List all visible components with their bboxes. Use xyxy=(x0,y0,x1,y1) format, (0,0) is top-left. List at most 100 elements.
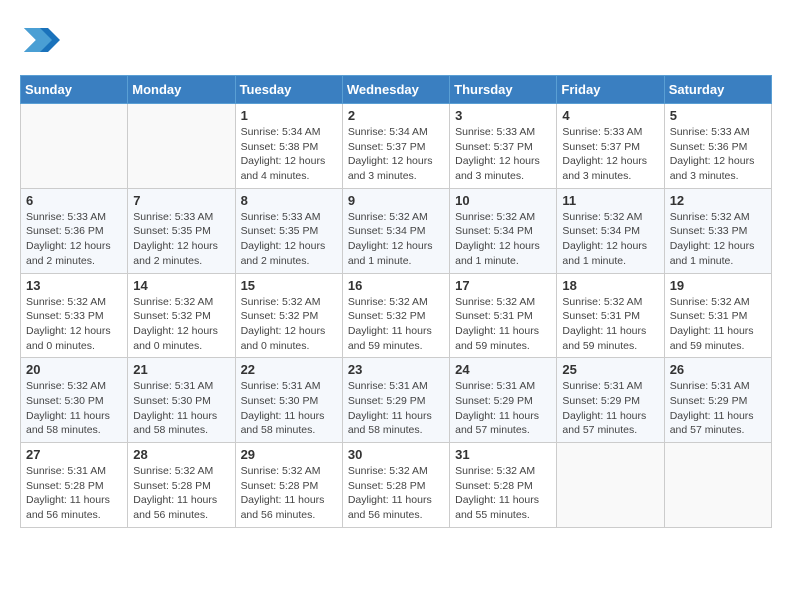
day-info: Sunrise: 5:32 AM Sunset: 5:28 PM Dayligh… xyxy=(133,464,229,523)
day-number: 30 xyxy=(348,447,444,462)
day-info: Sunrise: 5:31 AM Sunset: 5:29 PM Dayligh… xyxy=(348,379,444,438)
day-info: Sunrise: 5:31 AM Sunset: 5:29 PM Dayligh… xyxy=(670,379,766,438)
day-info: Sunrise: 5:33 AM Sunset: 5:37 PM Dayligh… xyxy=(562,125,658,184)
calendar-cell: 18 Sunrise: 5:32 AM Sunset: 5:31 PM Dayli… xyxy=(557,273,664,358)
page-header xyxy=(20,20,772,60)
day-number: 20 xyxy=(26,362,122,377)
day-number: 12 xyxy=(670,193,766,208)
calendar-cell: 19 Sunrise: 5:32 AM Sunset: 5:31 PM Dayli… xyxy=(664,273,771,358)
day-info: Sunrise: 5:31 AM Sunset: 5:28 PM Dayligh… xyxy=(26,464,122,523)
day-number: 23 xyxy=(348,362,444,377)
day-number: 27 xyxy=(26,447,122,462)
calendar-cell: 29 Sunrise: 5:32 AM Sunset: 5:28 PM Dayli… xyxy=(235,443,342,528)
day-number: 4 xyxy=(562,108,658,123)
calendar-cell: 5 Sunrise: 5:33 AM Sunset: 5:36 PM Daylig… xyxy=(664,104,771,189)
calendar-cell: 28 Sunrise: 5:32 AM Sunset: 5:28 PM Dayli… xyxy=(128,443,235,528)
day-info: Sunrise: 5:31 AM Sunset: 5:30 PM Dayligh… xyxy=(133,379,229,438)
calendar-cell: 7 Sunrise: 5:33 AM Sunset: 5:35 PM Daylig… xyxy=(128,188,235,273)
day-info: Sunrise: 5:32 AM Sunset: 5:31 PM Dayligh… xyxy=(562,295,658,354)
day-number: 17 xyxy=(455,278,551,293)
day-number: 21 xyxy=(133,362,229,377)
calendar-week-2: 6 Sunrise: 5:33 AM Sunset: 5:36 PM Daylig… xyxy=(21,188,772,273)
day-number: 15 xyxy=(241,278,337,293)
day-header-sunday: Sunday xyxy=(21,76,128,104)
day-info: Sunrise: 5:33 AM Sunset: 5:36 PM Dayligh… xyxy=(670,125,766,184)
day-info: Sunrise: 5:32 AM Sunset: 5:34 PM Dayligh… xyxy=(348,210,444,269)
calendar-cell: 24Sunrise: 5:31 AM Sunset: 5:29 PM Dayli… xyxy=(450,358,557,443)
day-number: 1 xyxy=(241,108,337,123)
day-info: Sunrise: 5:34 AM Sunset: 5:37 PM Dayligh… xyxy=(348,125,444,184)
day-number: 6 xyxy=(26,193,122,208)
day-info: Sunrise: 5:32 AM Sunset: 5:33 PM Dayligh… xyxy=(26,295,122,354)
day-header-monday: Monday xyxy=(128,76,235,104)
calendar-cell: 20Sunrise: 5:32 AM Sunset: 5:30 PM Dayli… xyxy=(21,358,128,443)
day-header-wednesday: Wednesday xyxy=(342,76,449,104)
calendar-table: SundayMondayTuesdayWednesdayThursdayFrid… xyxy=(20,75,772,528)
day-number: 11 xyxy=(562,193,658,208)
calendar-cell: 21 Sunrise: 5:31 AM Sunset: 5:30 PM Dayli… xyxy=(128,358,235,443)
calendar-cell: 23 Sunrise: 5:31 AM Sunset: 5:29 PM Dayli… xyxy=(342,358,449,443)
day-info: Sunrise: 5:32 AM Sunset: 5:32 PM Dayligh… xyxy=(133,295,229,354)
calendar-cell: 11 Sunrise: 5:32 AM Sunset: 5:34 PM Dayli… xyxy=(557,188,664,273)
day-number: 22 xyxy=(241,362,337,377)
day-number: 13 xyxy=(26,278,122,293)
calendar-cell: 6 Sunrise: 5:33 AM Sunset: 5:36 PM Daylig… xyxy=(21,188,128,273)
calendar-cell xyxy=(128,104,235,189)
calendar-cell: 16 Sunrise: 5:32 AM Sunset: 5:32 PM Dayli… xyxy=(342,273,449,358)
day-info: Sunrise: 5:32 AM Sunset: 5:28 PM Dayligh… xyxy=(348,464,444,523)
day-info: Sunrise: 5:32 AM Sunset: 5:34 PM Dayligh… xyxy=(455,210,551,269)
day-info: Sunrise: 5:32 AM Sunset: 5:31 PM Dayligh… xyxy=(670,295,766,354)
day-number: 16 xyxy=(348,278,444,293)
day-info: Sunrise: 5:32 AM Sunset: 5:28 PM Dayligh… xyxy=(241,464,337,523)
day-info: Sunrise: 5:33 AM Sunset: 5:35 PM Dayligh… xyxy=(133,210,229,269)
day-info: Sunrise: 5:31 AM Sunset: 5:30 PM Dayligh… xyxy=(241,379,337,438)
day-number: 3 xyxy=(455,108,551,123)
day-info: Sunrise: 5:32 AM Sunset: 5:32 PM Dayligh… xyxy=(348,295,444,354)
day-number: 9 xyxy=(348,193,444,208)
day-number: 18 xyxy=(562,278,658,293)
calendar-cell: 13 Sunrise: 5:32 AM Sunset: 5:33 PM Dayli… xyxy=(21,273,128,358)
calendar-week-3: 13 Sunrise: 5:32 AM Sunset: 5:33 PM Dayli… xyxy=(21,273,772,358)
day-info: Sunrise: 5:31 AM Sunset: 5:29 PM Dayligh… xyxy=(455,379,551,438)
calendar-cell: 14 Sunrise: 5:32 AM Sunset: 5:32 PM Dayli… xyxy=(128,273,235,358)
day-number: 2 xyxy=(348,108,444,123)
day-number: 10 xyxy=(455,193,551,208)
day-number: 7 xyxy=(133,193,229,208)
day-number: 14 xyxy=(133,278,229,293)
day-header-tuesday: Tuesday xyxy=(235,76,342,104)
day-number: 26 xyxy=(670,362,766,377)
day-info: Sunrise: 5:32 AM Sunset: 5:28 PM Dayligh… xyxy=(455,464,551,523)
calendar-cell: 17Sunrise: 5:32 AM Sunset: 5:31 PM Dayli… xyxy=(450,273,557,358)
day-info: Sunrise: 5:34 AM Sunset: 5:38 PM Dayligh… xyxy=(241,125,337,184)
calendar-cell: 8Sunrise: 5:33 AM Sunset: 5:35 PM Daylig… xyxy=(235,188,342,273)
calendar-cell: 9 Sunrise: 5:32 AM Sunset: 5:34 PM Daylig… xyxy=(342,188,449,273)
calendar-cell: 10 Sunrise: 5:32 AM Sunset: 5:34 PM Dayli… xyxy=(450,188,557,273)
day-number: 19 xyxy=(670,278,766,293)
day-number: 29 xyxy=(241,447,337,462)
day-info: Sunrise: 5:32 AM Sunset: 5:32 PM Dayligh… xyxy=(241,295,337,354)
calendar-week-1: 1 Sunrise: 5:34 AM Sunset: 5:38 PM Daylig… xyxy=(21,104,772,189)
day-header-saturday: Saturday xyxy=(664,76,771,104)
day-number: 28 xyxy=(133,447,229,462)
calendar-cell: 26 Sunrise: 5:31 AM Sunset: 5:29 PM Dayli… xyxy=(664,358,771,443)
calendar-week-4: 20Sunrise: 5:32 AM Sunset: 5:30 PM Dayli… xyxy=(21,358,772,443)
day-number: 31 xyxy=(455,447,551,462)
day-info: Sunrise: 5:33 AM Sunset: 5:36 PM Dayligh… xyxy=(26,210,122,269)
calendar-cell: 15 Sunrise: 5:32 AM Sunset: 5:32 PM Dayli… xyxy=(235,273,342,358)
calendar-week-5: 27 Sunrise: 5:31 AM Sunset: 5:28 PM Dayli… xyxy=(21,443,772,528)
calendar-header-row: SundayMondayTuesdayWednesdayThursdayFrid… xyxy=(21,76,772,104)
calendar-cell: 12Sunrise: 5:32 AM Sunset: 5:33 PM Dayli… xyxy=(664,188,771,273)
day-header-friday: Friday xyxy=(557,76,664,104)
logo-icon xyxy=(20,20,60,60)
day-info: Sunrise: 5:33 AM Sunset: 5:37 PM Dayligh… xyxy=(455,125,551,184)
calendar-cell: 27 Sunrise: 5:31 AM Sunset: 5:28 PM Dayli… xyxy=(21,443,128,528)
calendar-cell: 2 Sunrise: 5:34 AM Sunset: 5:37 PM Daylig… xyxy=(342,104,449,189)
calendar-cell: 3 Sunrise: 5:33 AM Sunset: 5:37 PM Daylig… xyxy=(450,104,557,189)
day-number: 5 xyxy=(670,108,766,123)
day-header-thursday: Thursday xyxy=(450,76,557,104)
calendar-cell: 25 Sunrise: 5:31 AM Sunset: 5:29 PM Dayli… xyxy=(557,358,664,443)
day-info: Sunrise: 5:31 AM Sunset: 5:29 PM Dayligh… xyxy=(562,379,658,438)
day-info: Sunrise: 5:33 AM Sunset: 5:35 PM Dayligh… xyxy=(241,210,337,269)
day-number: 25 xyxy=(562,362,658,377)
day-info: Sunrise: 5:32 AM Sunset: 5:34 PM Dayligh… xyxy=(562,210,658,269)
